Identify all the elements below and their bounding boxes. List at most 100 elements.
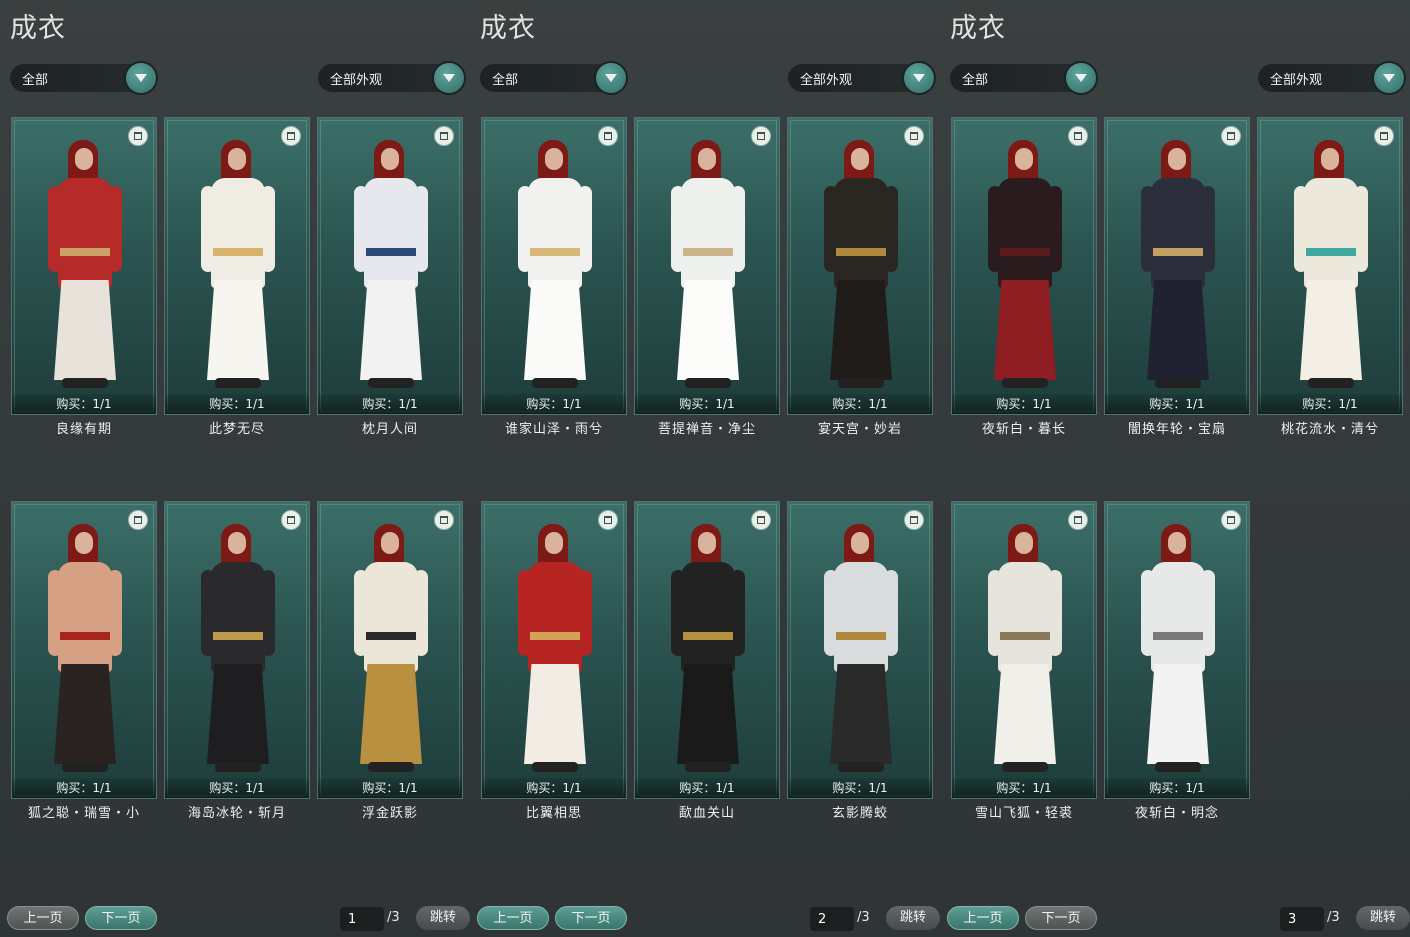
dropdown-label: 全部 [962,73,989,88]
appearance-filter-dropdown[interactable]: 全部外观 [788,63,934,93]
outfit-card[interactable]: 购买：1/1 [1104,117,1250,415]
outfit-card[interactable]: 购买：1/1 [164,117,310,415]
outfit-card[interactable]: 购买：1/1 [951,501,1097,799]
trash-icon[interactable] [904,126,924,146]
outfit-name: 歃血关山 [678,806,735,821]
trash-icon[interactable] [128,510,148,530]
trash-icon[interactable] [1068,126,1088,146]
appearance-filter-dropdown[interactable]: 全部外观 [1258,63,1404,93]
category-filter-dropdown[interactable]: 全部 [10,63,156,93]
outfit-figure [1141,130,1215,398]
prev-page-button[interactable]: 上一页 [7,906,79,930]
chevron-down-icon[interactable] [1374,63,1404,93]
outfit-name: 良缘有期 [55,422,112,437]
page-total: /3 [857,910,870,925]
outfit-figure [518,130,592,398]
trash-icon[interactable] [128,126,148,146]
outfit-figure [671,514,745,782]
wardrobe-panel-3: 成衣 全部 全部外观 购买：1/1 夜斩白・暮长 购买：1/1 闇换年轮・宝扇 … [940,0,1410,937]
dropdown-label: 全部 [492,73,519,88]
category-filter-dropdown[interactable]: 全部 [950,63,1096,93]
jump-button[interactable]: 跳转 [1356,906,1410,930]
category-filter-dropdown[interactable]: 全部 [480,63,626,93]
prev-page-button[interactable]: 上一页 [477,906,549,930]
wardrobe-panel-1: 成衣 全部 全部外观 购买：1/1 良缘有期 购买：1/1 此梦无尽 购买：1/… [0,0,470,937]
outfit-card[interactable]: 购买：1/1 [787,117,933,415]
outfit-figure [1294,130,1368,398]
purchase-count: 购买：1/1 [635,778,779,798]
trash-icon[interactable] [751,126,771,146]
purchase-count: 购买：1/1 [318,778,462,798]
outfit-name: 桃花流水・清兮 [1280,422,1379,437]
jump-button[interactable]: 跳转 [416,906,470,930]
purchase-count: 购买：1/1 [952,394,1096,414]
outfit-name: 夜斩白・明念 [1134,806,1219,821]
outfit-figure [48,514,122,782]
outfit-card[interactable]: 购买：1/1 [1257,117,1403,415]
outfit-figure [824,130,898,398]
outfit-name: 谁家山泽・雨兮 [504,422,603,437]
chevron-down-icon[interactable] [1066,63,1096,93]
next-page-button[interactable]: 下一页 [555,906,627,930]
outfit-name: 宴天宫・妙岩 [817,422,902,437]
trash-icon[interactable] [281,510,301,530]
panel-title: 成衣 [950,13,1006,44]
outfit-card[interactable]: 购买：1/1 [951,117,1097,415]
outfit-figure [988,130,1062,398]
trash-icon[interactable] [751,510,771,530]
page-number-input[interactable] [1280,907,1324,931]
next-page-button[interactable]: 下一页 [85,906,157,930]
page-number-input[interactable] [810,907,854,931]
trash-icon[interactable] [1068,510,1088,530]
chevron-down-icon[interactable] [596,63,626,93]
purchase-count: 购买：1/1 [12,778,156,798]
outfit-card[interactable]: 购买：1/1 [317,117,463,415]
outfit-card[interactable]: 购买：1/1 [481,117,627,415]
outfit-name: 海岛冰轮・斩月 [187,806,286,821]
page-total: /3 [387,910,400,925]
trash-icon[interactable] [281,126,301,146]
trash-icon[interactable] [1374,126,1394,146]
purchase-count: 购买：1/1 [165,778,309,798]
purchase-count: 购买：1/1 [1105,394,1249,414]
outfit-figure [671,130,745,398]
outfit-name: 闇换年轮・宝扇 [1127,422,1226,437]
outfit-figure [988,514,1062,782]
outfit-card[interactable]: 购买：1/1 [164,501,310,799]
dropdown-label: 全部外观 [800,73,853,88]
purchase-count: 购买：1/1 [482,394,626,414]
appearance-filter-dropdown[interactable]: 全部外观 [318,63,464,93]
outfit-card[interactable]: 购买：1/1 [787,501,933,799]
outfit-card[interactable]: 购买：1/1 [1104,501,1250,799]
next-page-button[interactable]: 下一页 [1025,906,1097,930]
outfit-card[interactable]: 购买：1/1 [634,501,780,799]
page-total: /3 [1327,910,1340,925]
outfit-card[interactable]: 购买：1/1 [11,501,157,799]
chevron-down-icon[interactable] [126,63,156,93]
trash-icon[interactable] [598,510,618,530]
panel-title: 成衣 [480,13,536,44]
trash-icon[interactable] [598,126,618,146]
outfit-card[interactable]: 购买：1/1 [634,117,780,415]
purchase-count: 购买：1/1 [952,778,1096,798]
outfit-figure [518,514,592,782]
trash-icon[interactable] [434,510,454,530]
jump-button[interactable]: 跳转 [886,906,940,930]
outfit-name: 此梦无尽 [208,422,265,437]
trash-icon[interactable] [434,126,454,146]
purchase-count: 购买：1/1 [1258,394,1402,414]
outfit-figure [1141,514,1215,782]
outfit-card[interactable]: 购买：1/1 [11,117,157,415]
page-number-input[interactable] [340,907,384,931]
purchase-count: 购买：1/1 [165,394,309,414]
outfit-card[interactable]: 购买：1/1 [481,501,627,799]
prev-page-button[interactable]: 上一页 [947,906,1019,930]
outfit-figure [48,130,122,398]
chevron-down-icon[interactable] [904,63,934,93]
chevron-down-icon[interactable] [434,63,464,93]
trash-icon[interactable] [904,510,924,530]
outfit-card[interactable]: 购买：1/1 [317,501,463,799]
trash-icon[interactable] [1221,510,1241,530]
trash-icon[interactable] [1221,126,1241,146]
outfit-name: 枕月人间 [361,422,418,437]
